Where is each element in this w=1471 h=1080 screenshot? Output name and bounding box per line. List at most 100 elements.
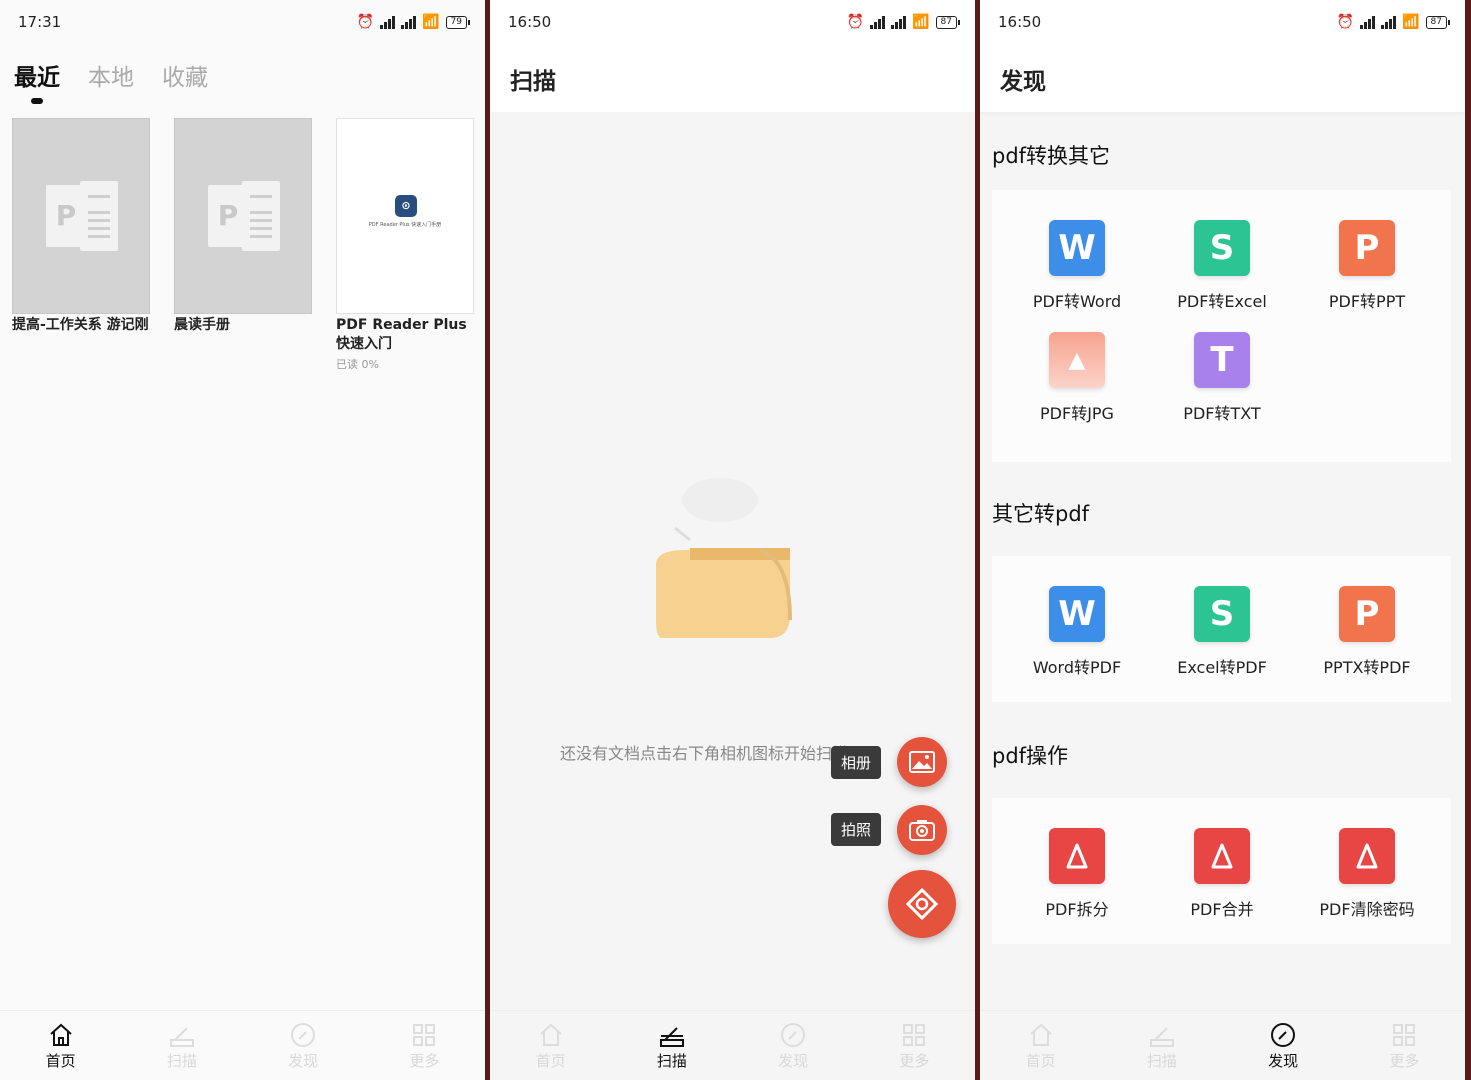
grid-icon (413, 1024, 436, 1046)
tool-pdf-to-jpg[interactable]: ▲ PDF转JPG (1007, 332, 1147, 424)
excel-icon: S (1194, 220, 1250, 276)
nav-scan[interactable]: 扫描 (121, 1011, 242, 1080)
doc-title: 提高-工作关系 游记刚 (12, 317, 149, 333)
image-icon: ▲ (1049, 332, 1105, 388)
album-label[interactable]: 相册 (831, 746, 882, 779)
thumbnail-text: PDF Reader Plus 快速入门手册 (368, 222, 442, 228)
recent-screen: 17:31 ⏰ 📶 79 最近 本地 收藏 P 提高-工作关系 游记刚 P 晨读… (0, 0, 485, 1080)
tool-pdf-merge[interactable]: PDF合并 (1152, 828, 1292, 920)
grid-icon (903, 1024, 926, 1046)
pdf-reader-logo-icon: ⊙ (395, 195, 417, 217)
nav-label: 更多 (899, 1052, 930, 1070)
tool-excel-to-pdf[interactable]: S Excel转PDF (1152, 586, 1292, 678)
nav-label: 更多 (1389, 1052, 1420, 1070)
nav-more[interactable]: 更多 (1344, 1011, 1465, 1080)
camera-fab-button[interactable] (888, 870, 956, 938)
album-button[interactable] (897, 737, 947, 787)
grid-icon (1393, 1024, 1416, 1046)
tab-recent[interactable]: 最近 (14, 58, 60, 92)
pdf-icon (1049, 828, 1105, 884)
camera-icon (909, 820, 935, 841)
tool-pdf-to-excel[interactable]: S PDF转Excel (1152, 220, 1292, 312)
home-icon (1029, 1023, 1052, 1046)
status-bar: 16:50 ⏰ 📶 87 (490, 0, 975, 44)
doc-card[interactable]: P 晨读手册 (174, 118, 312, 335)
battery-icon: 87 (1425, 15, 1451, 29)
nav-home[interactable]: 首页 (490, 1011, 611, 1080)
scan-screen: 16:50 ⏰ 📶 87 扫描 还没有文档点击右下角相机图标开始扫描吧！ 相册 … (490, 0, 975, 1080)
section-title-pdf-to-other: pdf转换其它 (992, 144, 1111, 168)
nav-home[interactable]: 首页 (0, 1011, 121, 1080)
scanner-icon (1149, 1027, 1174, 1047)
nav-label: 扫描 (656, 1052, 687, 1070)
nav-label: 首页 (1025, 1052, 1056, 1070)
excel-icon: S (1194, 586, 1250, 642)
status-bar: 17:31 ⏰ 📶 79 (0, 0, 485, 44)
word-icon: W (1049, 220, 1105, 276)
tool-pdf-to-ppt[interactable]: P PDF转PPT (1297, 220, 1437, 312)
battery-icon: 87 (935, 15, 961, 29)
nav-discover[interactable]: 发现 (733, 1011, 854, 1080)
tab-local[interactable]: 本地 (88, 58, 134, 92)
tool-pdf-to-txt[interactable]: T PDF转TXT (1152, 332, 1292, 424)
text-icon: T (1194, 332, 1250, 388)
doc-title: 晨读手册 (174, 317, 230, 333)
doc-thumbnail: ⊙ PDF Reader Plus 快速入门手册 (336, 118, 474, 314)
tool-pdf-split[interactable]: PDF拆分 (1007, 828, 1147, 920)
scanner-icon (169, 1027, 194, 1047)
ppt-icon: P (1339, 220, 1395, 276)
word-icon: W (1049, 586, 1105, 642)
nav-discover[interactable]: 发现 (243, 1011, 364, 1080)
alarm-icon: ⏰ (1336, 14, 1355, 30)
bottom-nav: 首页 扫描 发现 更多 (980, 1010, 1465, 1080)
empty-folder-icon (656, 478, 792, 638)
nav-scan[interactable]: 扫描 (611, 1011, 732, 1080)
camera-lens-icon (905, 887, 939, 921)
bottom-nav: 首页 扫描 发现 更多 (0, 1010, 485, 1080)
doc-thumbnail: P (174, 118, 312, 314)
image-icon (909, 751, 935, 773)
status-bar: 16:50 ⏰ 📶 87 (980, 0, 1465, 44)
tool-pdf-remove-password[interactable]: PDF清除密码 (1297, 828, 1437, 920)
alarm-icon: ⏰ (356, 14, 375, 30)
battery-icon: 79 (445, 15, 471, 29)
photo-label[interactable]: 拍照 (831, 813, 882, 846)
tab-bar: 最近 本地 收藏 (14, 58, 208, 92)
tool-pptx-to-pdf[interactable]: P PPTX转PDF (1297, 586, 1437, 678)
signal-icon (891, 15, 907, 29)
signal-icon (870, 15, 886, 29)
signal-icon (401, 15, 417, 29)
bottom-nav: 首页 扫描 发现 更多 (490, 1010, 975, 1080)
ppt-icon: P (1339, 586, 1395, 642)
section-title-other-to-pdf: 其它转pdf (992, 502, 1090, 526)
home-icon (539, 1023, 562, 1046)
doc-card[interactable]: ⊙ PDF Reader Plus 快速入门手册 PDF Reader Plus… (336, 118, 474, 372)
page-title: 扫描 (510, 69, 556, 95)
doc-card[interactable]: P 提高-工作关系 游记刚 (12, 118, 150, 335)
scanner-icon (659, 1027, 684, 1047)
compass-icon (1271, 1023, 1296, 1047)
signal-icon (380, 15, 396, 29)
compass-icon (291, 1023, 316, 1047)
nav-more[interactable]: 更多 (364, 1011, 485, 1080)
nav-label: 扫描 (166, 1052, 197, 1070)
nav-label: 首页 (535, 1052, 566, 1070)
alarm-icon: ⏰ (846, 14, 865, 30)
tool-pdf-to-word[interactable]: W PDF转Word (1007, 220, 1147, 312)
ppt-icon: P (46, 181, 118, 251)
signal-icon (1381, 15, 1397, 29)
nav-scan[interactable]: 扫描 (1101, 1011, 1222, 1080)
photo-button[interactable] (897, 805, 947, 855)
nav-label: 发现 (778, 1052, 809, 1070)
home-icon (49, 1023, 72, 1046)
signal-icon (1360, 15, 1376, 29)
nav-home[interactable]: 首页 (980, 1011, 1101, 1080)
tab-favorites[interactable]: 收藏 (162, 58, 208, 92)
section-title-pdf-operations: pdf操作 (992, 744, 1069, 768)
tool-word-to-pdf[interactable]: W Word转PDF (1007, 586, 1147, 678)
nav-more[interactable]: 更多 (854, 1011, 975, 1080)
nav-discover[interactable]: 发现 (1223, 1011, 1344, 1080)
doc-thumbnail: P (12, 118, 150, 314)
status-time: 16:50 (998, 13, 1042, 31)
doc-read-progress: 已读 0% (336, 358, 379, 371)
